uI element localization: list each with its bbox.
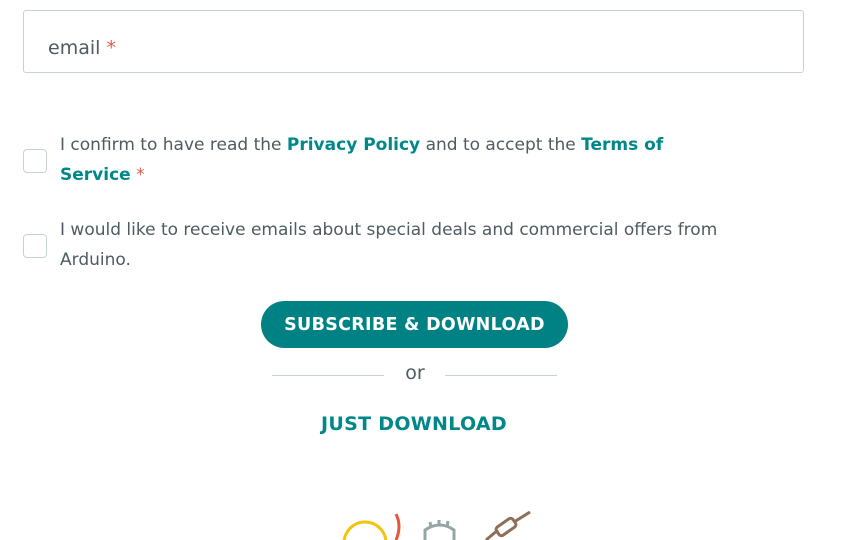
marketing-text-line2: Arduino. bbox=[60, 250, 131, 270]
just-download-link[interactable]: JUST DOWNLOAD bbox=[300, 413, 528, 435]
consent-pre-text: I confirm to have read the bbox=[60, 135, 282, 155]
email-placeholder: email * bbox=[48, 37, 116, 59]
resistor-icon bbox=[485, 510, 531, 540]
gear-icon bbox=[423, 520, 456, 540]
email-field[interactable]: email * bbox=[23, 10, 804, 73]
privacy-consent-label: I confirm to have read the Privacy Polic… bbox=[60, 130, 720, 190]
lightbulb-icon bbox=[342, 513, 401, 540]
marketing-consent-label: I would like to receive emails about spe… bbox=[60, 215, 720, 275]
marketing-text-line1: I would like to receive emails about spe… bbox=[60, 220, 718, 240]
or-separator: or bbox=[405, 362, 425, 384]
divider-right bbox=[445, 375, 557, 376]
required-asterisk: * bbox=[106, 37, 116, 59]
marketing-consent-checkbox[interactable] bbox=[23, 234, 47, 258]
divider-left bbox=[272, 375, 384, 376]
required-asterisk: * bbox=[136, 165, 145, 185]
decorative-illustration bbox=[342, 510, 531, 540]
privacy-policy-link[interactable]: Privacy Policy bbox=[287, 135, 420, 155]
privacy-consent-checkbox[interactable] bbox=[23, 149, 47, 173]
subscribe-download-button[interactable]: SUBSCRIBE & DOWNLOAD bbox=[261, 301, 568, 348]
consent-mid-text: and to accept the bbox=[425, 135, 576, 155]
download-subscribe-form: email * I confirm to have read the Priva… bbox=[0, 0, 861, 540]
